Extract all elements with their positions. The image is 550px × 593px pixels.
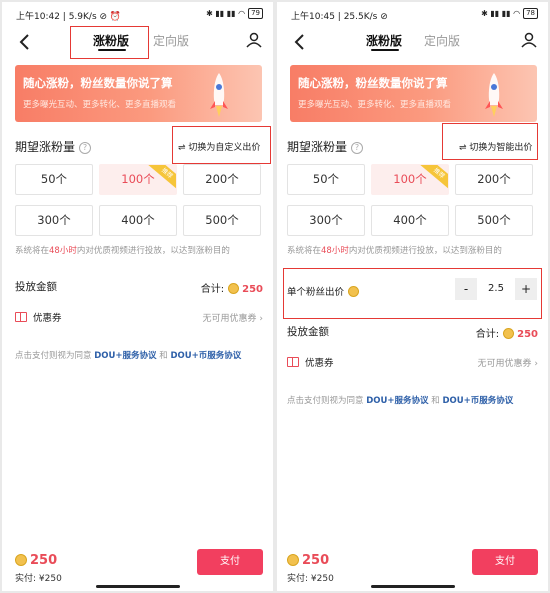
coin-icon [287, 554, 299, 566]
switch-highlight-box [172, 126, 271, 164]
option-500[interactable]: 500个 [455, 205, 533, 236]
bottom-coin-total: 250 [287, 553, 329, 568]
status-time: 上午10:45 [291, 12, 335, 22]
banner-title: 随心涨粉，粉丝数量你说了算 [23, 76, 173, 90]
banner-title: 随心涨粉，粉丝数量你说了算 [298, 76, 448, 90]
section-title: 期望涨粉量? [287, 138, 364, 155]
signal-icon: ✱ ▮▮ ▮▮ ◠ [481, 9, 521, 18]
option-50[interactable]: 50个 [287, 164, 365, 195]
coupon-icon [15, 312, 27, 322]
option-200[interactable]: 200个 [183, 164, 261, 195]
battery-level: 79 [248, 8, 263, 19]
help-icon[interactable]: ? [351, 142, 364, 154]
section-title: 期望涨粉量? [15, 138, 92, 155]
unit-price-highlight-box [283, 268, 542, 319]
delivery-note: 系统将在48小时内对优质视频进行投放，以达到涨粉目的 [287, 246, 502, 256]
battery-level: 78 [523, 8, 538, 19]
coin-icon [228, 283, 240, 294]
amount-label: 投放金额 [15, 281, 57, 293]
paid-amount: 实付: ¥250 [287, 574, 334, 584]
pay-button[interactable]: 支付 [197, 549, 263, 575]
home-indicator[interactable] [95, 585, 180, 588]
user-icon[interactable] [520, 31, 538, 49]
delivery-note: 系统将在48小时内对优质视频进行投放，以达到涨粉目的 [15, 246, 230, 256]
paid-amount: 实付: ¥250 [15, 574, 62, 584]
amount-label: 投放金额 [287, 326, 329, 338]
help-icon[interactable]: ? [79, 142, 92, 154]
option-100-selected[interactable]: 100个 推荐 [99, 164, 177, 195]
dou-coin-agreement-link[interactable]: DOU+币服务协议 [442, 396, 513, 406]
bottom-pay-bar: 250 实付: ¥250 支付 [277, 546, 548, 591]
signal-icon: ✱ ▮▮ ▮▮ ◠ [206, 9, 246, 18]
promo-banner: 随心涨粉，粉丝数量你说了算 更多曝光互动、更多转化、更多直播观看 [15, 65, 262, 122]
network-speed: 25.5K/s [343, 12, 378, 22]
total-amount: 合计: 250 [475, 328, 538, 340]
rocket-icon [210, 73, 228, 117]
status-bar: 上午10:42 | 5.9K/s ⊘ ⏰ ✱ ▮▮ ▮▮ ◠ 79 [2, 2, 273, 26]
pay-button[interactable]: 支付 [472, 549, 538, 575]
coin-icon [503, 328, 515, 339]
option-400[interactable]: 400个 [99, 205, 177, 236]
chevron-right-icon: › [259, 314, 263, 324]
agreement-text: 点击支付则视为同意 DOU+服务协议 和 DOU+币服务协议 [15, 351, 242, 361]
tab-targeted[interactable]: 定向版 [424, 32, 460, 49]
total-amount: 合计: 250 [200, 283, 263, 295]
dou-coin-agreement-link[interactable]: DOU+币服务协议 [170, 351, 241, 361]
banner-subtitle: 更多曝光互动、更多转化、更多直播观看 [298, 100, 452, 110]
phone-screen-right: 上午10:45 | 25.5K/s ⊘ ✱ ▮▮ ▮▮ ◠ 78 涨粉版 定向版… [277, 2, 548, 591]
status-bar: 上午10:45 | 25.5K/s ⊘ ✱ ▮▮ ▮▮ ◠ 78 [277, 2, 548, 26]
rocket-icon [485, 73, 503, 117]
coupon-selector[interactable]: 无可用优惠券 › [203, 311, 264, 324]
bottom-pay-bar: 250 实付: ¥250 支付 [2, 546, 273, 591]
tab-fans[interactable]: 涨粉版 [366, 32, 402, 49]
user-icon[interactable] [245, 31, 263, 49]
coin-icon [15, 554, 27, 566]
option-500[interactable]: 500个 [183, 205, 261, 236]
dou-service-agreement-link[interactable]: DOU+服务协议 [94, 351, 156, 361]
agreement-text: 点击支付则视为同意 DOU+服务协议 和 DOU+币服务协议 [287, 396, 514, 406]
status-time: 上午10:42 [16, 12, 60, 22]
promo-banner: 随心涨粉，粉丝数量你说了算 更多曝光互动、更多转化、更多直播观看 [290, 65, 537, 122]
active-tab-indicator [371, 49, 399, 51]
option-200[interactable]: 200个 [455, 164, 533, 195]
coupon-icon [287, 357, 299, 367]
coupon-label: 优惠券 [33, 313, 62, 324]
nav-bar: 涨粉版 定向版 [277, 26, 548, 58]
back-arrow-icon[interactable] [16, 32, 34, 52]
option-100-selected[interactable]: 100个 推荐 [371, 164, 449, 195]
option-300[interactable]: 300个 [15, 205, 93, 236]
option-50[interactable]: 50个 [15, 164, 93, 195]
coupon-selector[interactable]: 无可用优惠券 › [478, 356, 539, 369]
coupon-label: 优惠券 [305, 358, 334, 369]
tab-highlight-box [70, 26, 149, 59]
switch-highlight-box [442, 123, 538, 160]
network-speed: 5.9K/s [68, 12, 97, 22]
home-indicator[interactable] [370, 585, 455, 588]
back-arrow-icon[interactable] [291, 32, 309, 52]
option-300[interactable]: 300个 [287, 205, 365, 236]
phone-screen-left: 上午10:42 | 5.9K/s ⊘ ⏰ ✱ ▮▮ ▮▮ ◠ 79 涨粉版 定向… [2, 2, 273, 591]
dou-service-agreement-link[interactable]: DOU+服务协议 [366, 396, 428, 406]
banner-subtitle: 更多曝光互动、更多转化、更多直播观看 [23, 100, 177, 110]
option-400[interactable]: 400个 [371, 205, 449, 236]
chevron-right-icon: › [534, 359, 538, 369]
tab-targeted[interactable]: 定向版 [153, 32, 189, 49]
bottom-coin-total: 250 [15, 553, 57, 568]
